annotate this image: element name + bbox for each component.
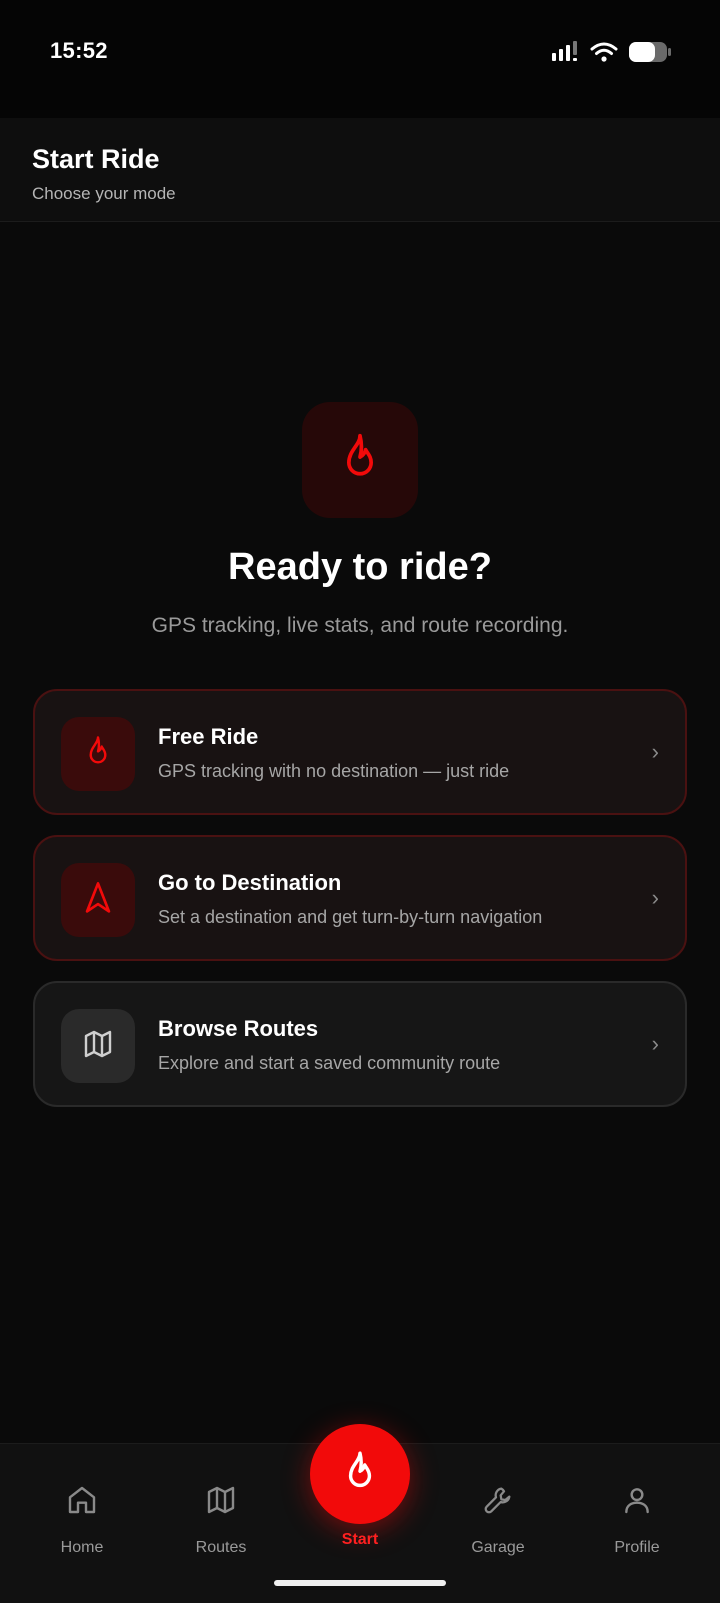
signal-icon [550,41,580,68]
status-icons [550,40,672,69]
wrench-icon [482,1484,514,1522]
mode-card-description: Set a destination and get turn-by-turn n… [158,907,543,927]
wifi-icon [590,41,618,68]
mode-card-title: Go to Destination [158,870,342,895]
hero-subtitle: GPS tracking, live stats, and route reco… [151,614,569,637]
nav-label: Home [60,1539,104,1556]
status-bar: 15:52 [0,0,720,118]
mode-card-description: Explore and start a saved community rout… [158,1053,501,1073]
page-title: Start Ride [32,144,160,174]
map-icon [205,1484,237,1522]
hero-title: Ready to ride? [228,546,492,588]
nav-item-garage[interactable]: Garage [443,1484,553,1557]
nav-item-profile[interactable]: Profile [582,1484,692,1557]
map-icon [82,1028,114,1065]
chevron-right-icon: › [651,885,659,910]
home-indicator[interactable] [274,1580,446,1586]
flame-icon [341,1450,379,1499]
home-icon [66,1484,98,1522]
nav-label: Routes [195,1539,247,1556]
nav-label: Garage [471,1539,525,1556]
mode-card-browse-routes[interactable]: Browse Routes Explore and start a saved … [33,981,687,1107]
nav-label: Profile [614,1539,660,1556]
page-header: Start Ride Choose your mode [0,118,720,222]
chevron-right-icon: › [651,1031,659,1056]
start-ride-screen: 15:52 Start Ride Choose your mode Ready … [0,0,720,1603]
page-subtitle: Choose your mode [32,184,176,203]
mode-card-go-to-destination[interactable]: Go to Destination Set a destination and … [33,835,687,961]
mode-card-free-ride[interactable]: Free Ride GPS tracking with no destinati… [33,689,687,815]
flame-icon [337,432,383,489]
navigation-arrow-icon [83,881,113,920]
nav-start-button[interactable] [310,1424,410,1524]
battery-icon [628,40,672,69]
flame-icon [83,735,113,774]
nav-item-routes[interactable]: Routes [166,1484,276,1557]
mode-card-description: GPS tracking with no destination — just … [158,761,510,781]
chevron-right-icon: › [651,739,659,764]
status-time: 15:52 [50,38,108,63]
nav-item-start-label[interactable]: Start [310,1531,410,1549]
mode-card-title: Browse Routes [158,1016,319,1041]
hero-flame-badge [302,402,418,518]
mode-card-title: Free Ride [158,724,259,749]
mode-card-icon-box [61,1009,135,1083]
person-icon [621,1484,653,1522]
nav-item-home[interactable]: Home [27,1484,137,1557]
mode-card-icon-box [61,717,135,791]
mode-card-icon-box [61,863,135,937]
